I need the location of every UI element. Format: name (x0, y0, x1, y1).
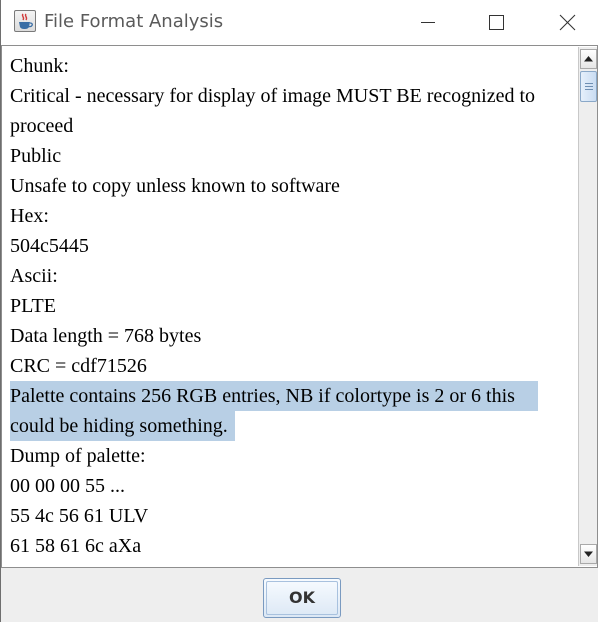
scrollbar-thumb[interactable] (580, 71, 597, 102)
text-line: proceed (10, 115, 74, 137)
text-line: could be hiding something. (10, 415, 228, 437)
text-line: CRC = cdf71526 (10, 355, 147, 377)
thumb-grip-line (585, 86, 593, 87)
maximize-icon (489, 15, 504, 30)
ok-button[interactable]: OK (263, 578, 341, 618)
button-panel: OK (1, 568, 598, 622)
arrow-down-icon (584, 551, 593, 557)
text-line: Data length = 768 bytes (10, 325, 202, 347)
close-button[interactable] (545, 0, 589, 44)
minimize-icon (421, 22, 435, 23)
ok-button-label: OK (289, 588, 315, 607)
title-bar[interactable]: File Format Analysis (1, 0, 598, 44)
maximize-button[interactable] (474, 0, 518, 44)
text-line: Critical - necessary for display of imag… (10, 85, 536, 107)
text-line: Palette contains 256 RGB entries, NB if … (10, 385, 515, 407)
thumb-grip-line (585, 89, 593, 90)
text-line: Hex: (10, 205, 49, 227)
minimize-button[interactable] (406, 0, 450, 44)
close-icon (559, 14, 576, 31)
text-line: 00 00 00 55 ... (10, 475, 125, 497)
thumb-grip-line (585, 83, 593, 84)
text-line: Public (10, 145, 62, 167)
scroll-up-button[interactable] (580, 49, 597, 69)
text-line: 55 4c 56 61 ULV (10, 505, 149, 527)
analysis-text-area[interactable]: Chunk: Critical - necessary for display … (3, 47, 577, 566)
text-line: Dump of palette: (10, 445, 146, 467)
text-line: PLTE (10, 295, 56, 317)
dialog-window: File Format Analysis Chunk: Critical - n… (0, 0, 598, 622)
text-line: 61 58 61 6c aXa (10, 535, 142, 557)
vertical-scrollbar[interactable] (578, 47, 597, 566)
java-cup-icon (14, 10, 36, 32)
text-line: 504c5445 (10, 235, 89, 257)
scroll-down-button[interactable] (580, 544, 597, 564)
analysis-scroll-pane: Chunk: Critical - necessary for display … (1, 45, 598, 568)
arrow-up-icon (584, 56, 593, 62)
text-line: Chunk: (10, 55, 69, 77)
window-title: File Format Analysis (44, 11, 224, 32)
text-line: Unsafe to copy unless known to software (10, 175, 340, 197)
text-line: Ascii: (10, 265, 58, 287)
